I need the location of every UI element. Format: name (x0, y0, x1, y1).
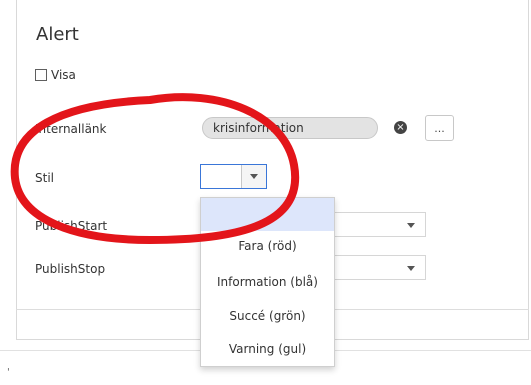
annotation-ellipse-stroke (10, 93, 300, 244)
annotation-ellipse (10, 93, 300, 244)
